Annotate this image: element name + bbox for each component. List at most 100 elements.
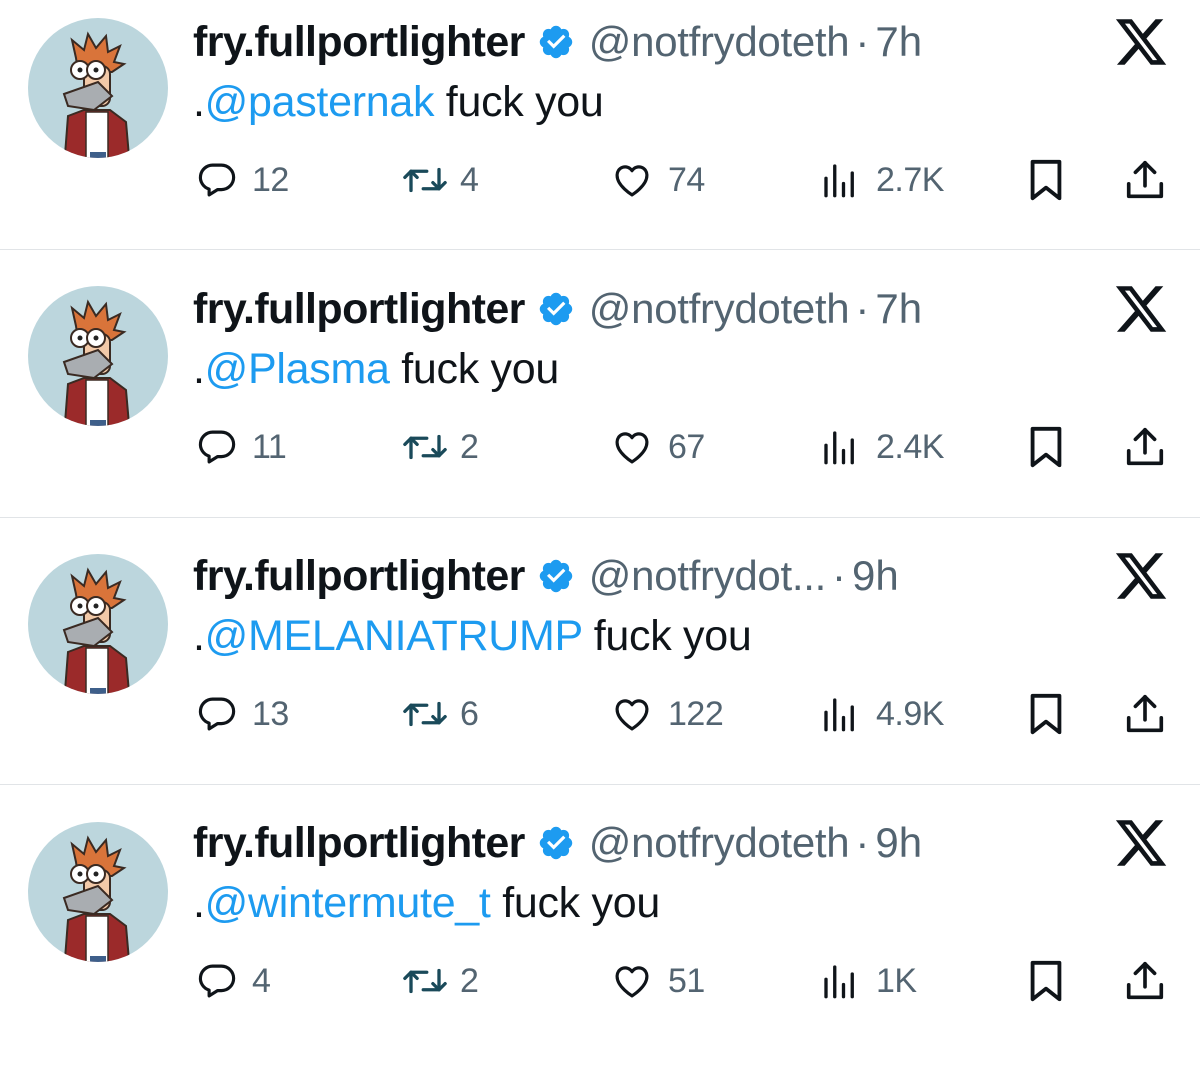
repost-icon: [403, 701, 447, 727]
reply-icon: [198, 964, 236, 998]
action-bar: 13 6 122 4.9K: [0, 684, 1200, 744]
handle[interactable]: @notfrydoteth: [589, 285, 850, 333]
timestamp[interactable]: 7h: [875, 285, 922, 333]
share-button[interactable]: [1122, 417, 1168, 477]
handle[interactable]: @notfrydoteth: [589, 819, 850, 867]
mention-link[interactable]: @MELANIATRUMP: [205, 612, 583, 660]
timestamp[interactable]: 9h: [852, 552, 899, 600]
avatar[interactable]: [28, 286, 168, 426]
separator: ·: [855, 819, 870, 866]
bookmark-icon: [1030, 693, 1062, 735]
repost-button[interactable]: 4: [398, 150, 479, 210]
avatar[interactable]: [28, 554, 168, 694]
views-icon: [824, 431, 854, 465]
tweet-text: .@Plasma fuck you: [193, 345, 559, 394]
repost-button[interactable]: 6: [398, 684, 479, 744]
views-icon: [824, 698, 854, 732]
repost-count: 2: [460, 961, 479, 1000]
verified-badge-icon: [539, 292, 573, 326]
tweet[interactable]: fry.fullportlighter @notfrydot... · 9h .…: [0, 534, 1200, 802]
reply-button[interactable]: 4: [196, 951, 271, 1011]
repost-button[interactable]: 2: [398, 951, 479, 1011]
mention-link[interactable]: @pasternak: [205, 78, 435, 126]
tweet-header: fry.fullportlighter @notfrydoteth · 9h: [193, 815, 922, 871]
display-name[interactable]: fry.fullportlighter: [193, 819, 525, 868]
repost-count: 2: [460, 427, 479, 466]
view-count: 2.4K: [876, 427, 944, 466]
views-icon: [824, 164, 854, 198]
avatar[interactable]: [28, 822, 168, 962]
tweet-header: fry.fullportlighter @notfrydoteth · 7h: [193, 281, 922, 337]
share-button[interactable]: [1122, 684, 1168, 744]
like-count: 122: [668, 694, 724, 733]
like-count: 67: [668, 427, 705, 466]
views-button[interactable]: 2.7K: [818, 150, 944, 210]
tweet-divider: [0, 784, 1200, 785]
reply-button[interactable]: 11: [196, 417, 287, 477]
repost-count: 6: [460, 694, 479, 733]
x-logo-icon: [1115, 553, 1167, 599]
separator: ·: [855, 285, 870, 332]
display-name[interactable]: fry.fullportlighter: [193, 285, 525, 334]
reply-count: 11: [252, 427, 287, 466]
reply-icon: [198, 163, 236, 197]
views-button[interactable]: 2.4K: [818, 417, 944, 477]
tweet[interactable]: fry.fullportlighter @notfrydoteth · 7h .…: [0, 267, 1200, 535]
bookmark-button[interactable]: [1026, 150, 1066, 210]
verified-badge-icon: [539, 559, 573, 593]
avatar[interactable]: [28, 18, 168, 158]
bookmark-button[interactable]: [1026, 951, 1066, 1011]
action-bar: 4 2 51 1K: [0, 951, 1200, 1011]
reply-button[interactable]: 12: [196, 150, 289, 210]
views-button[interactable]: 4.9K: [818, 684, 944, 744]
repost-icon: [403, 968, 447, 994]
bookmark-button[interactable]: [1026, 417, 1066, 477]
tweet[interactable]: fry.fullportlighter @notfrydoteth · 9h .…: [0, 801, 1200, 1069]
reply-count: 12: [252, 160, 289, 199]
timestamp[interactable]: 9h: [875, 819, 922, 867]
mention-link[interactable]: @Plasma: [205, 345, 390, 393]
views-button[interactable]: 1K: [818, 951, 917, 1011]
tweet-text: .@MELANIATRUMP fuck you: [193, 612, 752, 661]
text-prefix: .: [193, 612, 205, 660]
avatar-cartoon-icon: [62, 567, 131, 694]
like-button[interactable]: 51: [610, 951, 705, 1011]
action-bar: 12 4 74 2.7K: [0, 150, 1200, 210]
timestamp[interactable]: 7h: [875, 18, 922, 66]
share-icon: [1126, 961, 1164, 1000]
tweet[interactable]: fry.fullportlighter @notfrydoteth · 7h .…: [0, 0, 1200, 268]
tweet-feed: fry.fullportlighter @notfrydoteth · 7h .…: [0, 0, 1200, 1028]
share-icon: [1126, 427, 1164, 466]
mention-link[interactable]: @wintermute_t: [205, 879, 491, 927]
tweet-header: fry.fullportlighter @notfrydoteth · 7h: [193, 14, 922, 70]
bookmark-button[interactable]: [1026, 684, 1066, 744]
share-button[interactable]: [1122, 951, 1168, 1011]
handle[interactable]: @notfrydot...: [589, 552, 826, 600]
like-button[interactable]: 67: [610, 417, 705, 477]
display-name[interactable]: fry.fullportlighter: [193, 552, 525, 601]
bookmark-icon: [1030, 159, 1062, 201]
verified-badge-icon: [539, 25, 573, 59]
avatar-cartoon-icon: [62, 31, 131, 158]
reply-icon: [198, 697, 236, 731]
handle[interactable]: @notfrydoteth: [589, 18, 850, 66]
bookmark-icon: [1030, 426, 1062, 468]
like-button[interactable]: 122: [610, 684, 724, 744]
x-logo-icon: [1115, 820, 1167, 866]
share-button[interactable]: [1122, 150, 1168, 210]
x-logo-icon: [1115, 19, 1167, 65]
reply-count: 13: [252, 694, 289, 733]
reply-icon: [198, 430, 236, 464]
text-suffix: fuck you: [582, 612, 752, 660]
tweet-divider: [0, 517, 1200, 518]
text-prefix: .: [193, 345, 205, 393]
repost-button[interactable]: 2: [398, 417, 479, 477]
tweet-text: .@wintermute_t fuck you: [193, 879, 660, 928]
text-prefix: .: [193, 78, 205, 126]
like-button[interactable]: 74: [610, 150, 705, 210]
display-name[interactable]: fry.fullportlighter: [193, 18, 525, 67]
views-icon: [824, 965, 854, 999]
view-count: 2.7K: [876, 160, 944, 199]
reply-button[interactable]: 13: [196, 684, 289, 744]
tweet-divider: [0, 249, 1200, 250]
